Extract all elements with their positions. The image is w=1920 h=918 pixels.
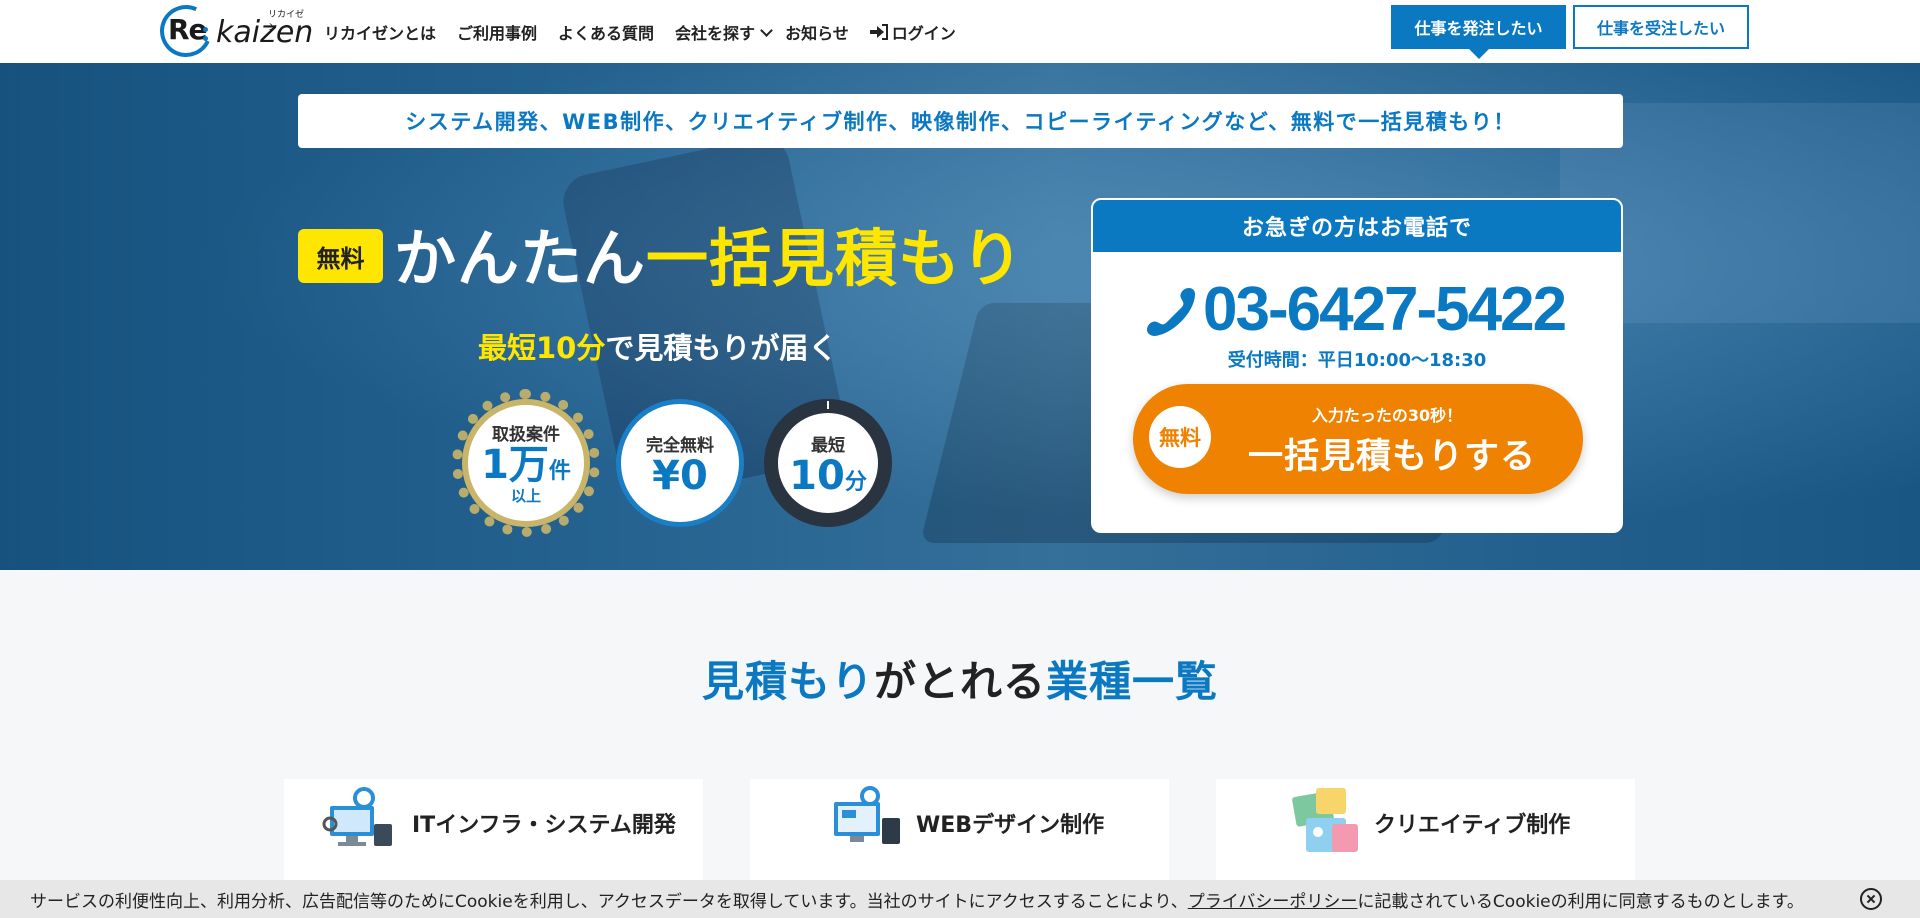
badge-free-value: ¥0 bbox=[652, 452, 708, 499]
nav-faq[interactable]: よくある質問 bbox=[558, 20, 654, 44]
login-icon bbox=[869, 24, 888, 40]
nav-find-company-label: 会社を探す bbox=[675, 24, 756, 43]
badge-free-top: 完全無料 bbox=[646, 435, 714, 456]
title-blue-2: 業種一覧 bbox=[1046, 657, 1219, 706]
badge-cases-bottom: 以上 bbox=[510, 487, 541, 505]
nav-about[interactable]: リカイゼンとは bbox=[324, 20, 436, 44]
badge-cases-value: 1万件 bbox=[481, 445, 571, 485]
hero-banner: システム開発、WEB制作、クリエイティブ制作、映像制作、コピーライティングなど、… bbox=[298, 94, 1623, 148]
phone-callbox: お急ぎの方はお電話で 03-6427-5422 受付時間：平日10:00〜18:… bbox=[1091, 198, 1623, 533]
title-black: がとれる bbox=[873, 657, 1046, 706]
badge-cases-unit: 件 bbox=[548, 459, 571, 484]
category-card-it-title: ITインフラ・システム開発 bbox=[412, 813, 676, 838]
cookie-text-after: に記載されているCookieの利用に同意するものとします。 bbox=[1357, 891, 1804, 912]
cta-label: 一括見積もりする bbox=[1247, 437, 1536, 477]
badge-fastest-unit: 分 bbox=[844, 469, 867, 495]
category-card-creative-title: クリエイティブ制作 bbox=[1374, 813, 1571, 838]
phone-icon bbox=[1143, 282, 1199, 338]
headline-white: かんたん bbox=[394, 222, 647, 295]
phone-number: 03-6427-5422 bbox=[1203, 275, 1567, 344]
hero-section: システム開発、WEB制作、クリエイティブ制作、映像制作、コピーライティングなど、… bbox=[0, 63, 1920, 570]
phone-row[interactable]: 03-6427-5422 bbox=[1143, 274, 1567, 345]
headline-yellow: 一括見積もり bbox=[646, 222, 1025, 295]
cta-free-badge: 無料 bbox=[1149, 406, 1211, 468]
nav-find-company[interactable]: 会社を探す bbox=[675, 20, 773, 44]
badge-fastest-number: 10 bbox=[789, 452, 845, 499]
title-blue-1: 見積もり bbox=[701, 657, 874, 706]
section-title: 見積もりがとれる業種一覧 bbox=[0, 648, 1920, 709]
subline-white: で見積もりが届く bbox=[605, 331, 838, 365]
cookie-text-before: サービスの利便性向上、利用分析、広告配信等のためにCookieを利用し、アクセス… bbox=[30, 891, 1188, 912]
nav-cases[interactable]: ご利用事例 bbox=[457, 20, 537, 44]
free-tag: 無料 bbox=[298, 229, 383, 283]
nav-login[interactable]: ログイン bbox=[869, 20, 956, 44]
logo-re-text: Re bbox=[168, 13, 208, 46]
badge-cases-top: 取扱案件 bbox=[492, 425, 560, 445]
order-job-button[interactable]: 仕事を発注したい bbox=[1391, 5, 1566, 59]
nav-about-label: リカイゼンとは bbox=[324, 24, 437, 43]
logo-ruby-text: リカイゼン bbox=[268, 10, 305, 33]
main-nav: リカイゼンとは ご利用事例 よくある質問 会社を探す お知らせ ログイン bbox=[324, 20, 977, 44]
hero-subline: 最短10分で見積もりが届く bbox=[478, 325, 837, 367]
logo-colon-dots bbox=[203, 27, 209, 41]
cta-subtext: 入力たったの30秒！ bbox=[1311, 406, 1463, 425]
badge-free: 完全無料 ¥0 bbox=[616, 399, 744, 527]
badge-cases-number: 1万 bbox=[481, 442, 549, 488]
site-logo[interactable]: Re kaizen リカイゼン bbox=[152, 0, 313, 65]
hero-headline: かんたん一括見積もり bbox=[394, 208, 1024, 298]
subline-yellow: 最短10分 bbox=[478, 331, 606, 365]
chevron-down-icon bbox=[760, 23, 773, 37]
business-hours: 受付時間：平日10:00〜18:30 bbox=[1227, 350, 1487, 371]
nav-news[interactable]: お知らせ bbox=[785, 20, 849, 44]
badge-cases: 取扱案件 1万件 以上 bbox=[452, 389, 600, 537]
badge-fastest: 最短 10分 bbox=[764, 399, 892, 527]
it-system-icon bbox=[322, 784, 400, 862]
close-icon[interactable] bbox=[1860, 888, 1882, 910]
bulk-estimate-button[interactable]: 無料 入力たったの30秒！ 一括見積もりする bbox=[1133, 384, 1583, 494]
category-card-web-title: WEBデザイン制作 bbox=[916, 813, 1105, 838]
callbox-heading: お急ぎの方はお電話で bbox=[1093, 200, 1621, 252]
badge-fastest-value: 10分 bbox=[789, 456, 867, 496]
site-header: Re kaizen リカイゼン リカイゼンとは ご利用事例 よくある質問 会社を… bbox=[0, 0, 1920, 65]
nav-news-label: お知らせ bbox=[785, 24, 849, 43]
receive-job-button[interactable]: 仕事を受注したい bbox=[1573, 5, 1749, 49]
nav-faq-label: よくある質問 bbox=[558, 24, 655, 43]
nav-login-label: ログイン bbox=[891, 24, 956, 43]
nav-cases-label: ご利用事例 bbox=[457, 24, 538, 43]
web-design-icon bbox=[828, 784, 906, 862]
privacy-policy-link[interactable]: プライバシーポリシー bbox=[1188, 887, 1358, 912]
cookie-consent-bar: サービスの利便性向上、利用分析、広告配信等のためにCookieを利用し、アクセス… bbox=[0, 880, 1920, 918]
creative-icon bbox=[1288, 784, 1366, 862]
